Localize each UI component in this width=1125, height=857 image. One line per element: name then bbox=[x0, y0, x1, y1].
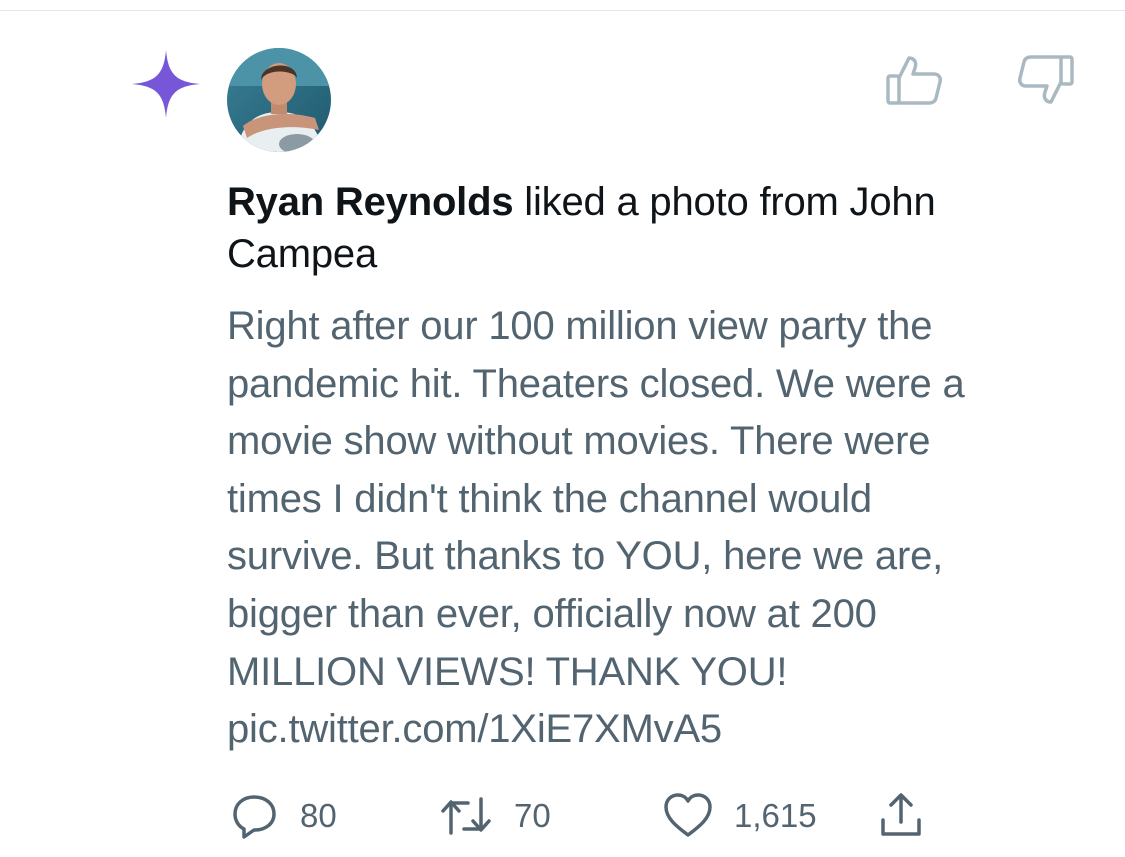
actor-name[interactable]: Ryan Reynolds bbox=[227, 180, 514, 224]
notification-headline: Ryan Reynolds liked a photo from John Ca… bbox=[227, 176, 1087, 280]
notification-card[interactable]: Ryan Reynolds liked a photo from John Ca… bbox=[0, 0, 1125, 857]
avatar[interactable] bbox=[227, 48, 331, 152]
heart-icon bbox=[664, 793, 712, 837]
thumbs-down-icon[interactable] bbox=[1016, 54, 1076, 106]
share-button[interactable] bbox=[875, 786, 927, 846]
action-bar: 80 70 1,615 bbox=[0, 786, 1125, 846]
tweet-text-line: survive. But thanks to YOU, here we are, bbox=[227, 534, 944, 579]
tweet-text-line: MILLION VIEWS! THANK YOU! bbox=[227, 649, 788, 694]
thumbs-up-icon[interactable] bbox=[884, 54, 944, 106]
tweet-text-line: times I didn't think the channel would bbox=[227, 476, 872, 521]
tweet-text-line: pandemic hit. Theaters closed. We were a bbox=[227, 361, 965, 406]
retweet-icon bbox=[441, 797, 491, 835]
tweet-text-line: movie show without movies. There were bbox=[227, 419, 931, 464]
retweet-button[interactable]: 70 bbox=[438, 786, 551, 846]
tweet-link[interactable]: pic.twitter.com/1XiE7XMvA5 bbox=[227, 701, 1107, 759]
like-button[interactable]: 1,615 bbox=[662, 786, 817, 846]
reply-count: 80 bbox=[300, 797, 337, 834]
reply-icon bbox=[233, 795, 276, 839]
like-count: 1,615 bbox=[734, 797, 817, 834]
reply-button[interactable]: 80 bbox=[230, 786, 337, 846]
retweet-count: 70 bbox=[514, 797, 551, 834]
share-icon bbox=[881, 793, 921, 836]
tweet-text[interactable]: Right after our 100 million view party t… bbox=[227, 298, 1107, 759]
tweet-text-line: Right after our 100 million view party t… bbox=[227, 304, 933, 348]
sparkle-icon bbox=[132, 50, 200, 118]
avatar-image bbox=[227, 48, 331, 152]
tweet-text-line: bigger than ever, officially now at 200 bbox=[227, 591, 877, 636]
divider bbox=[0, 10, 1125, 11]
